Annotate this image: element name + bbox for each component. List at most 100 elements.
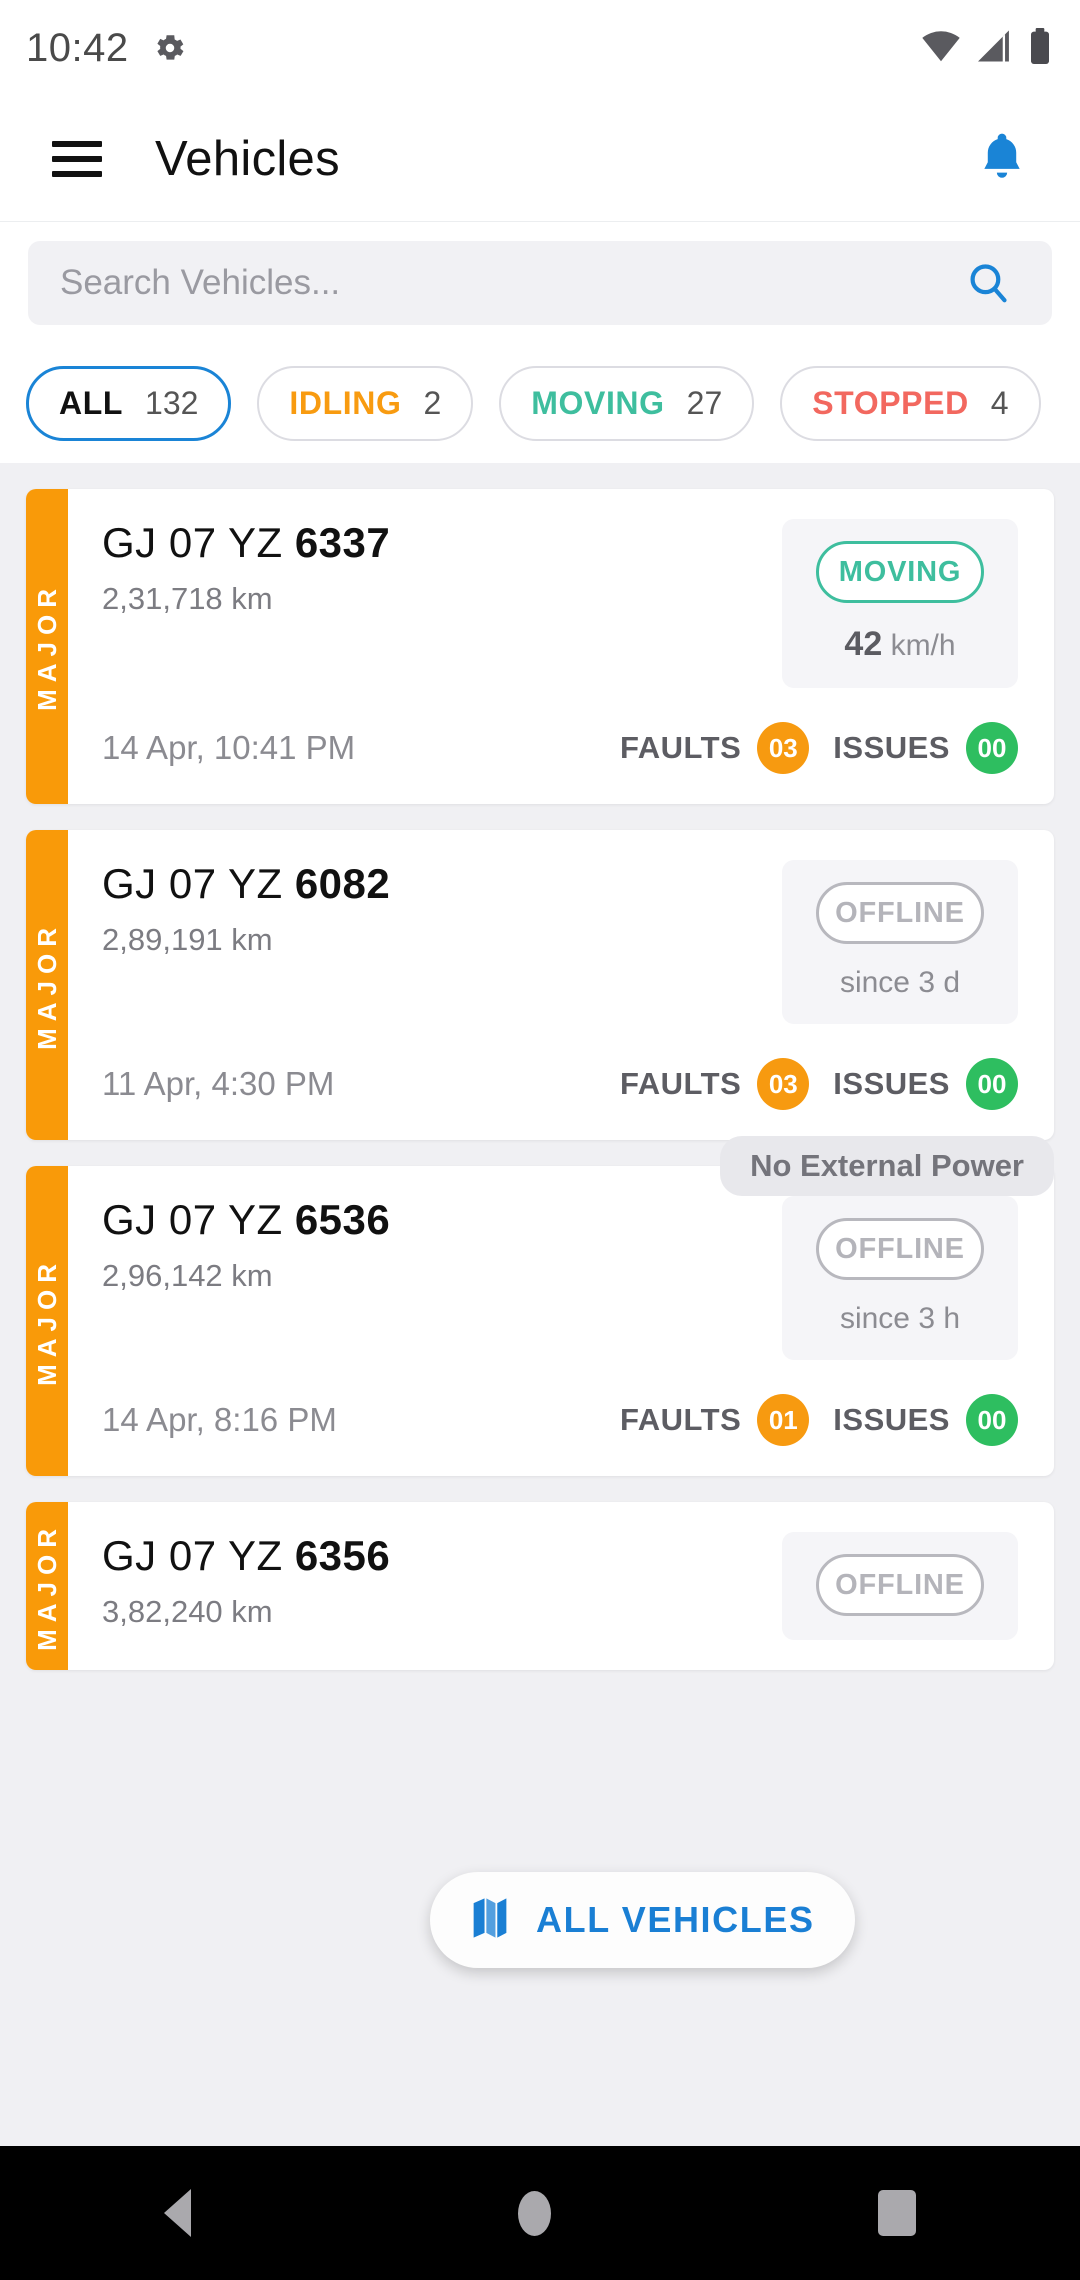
severity-label: MAJOR bbox=[31, 920, 62, 1050]
vehicle-speed: 42 km/h bbox=[844, 625, 955, 664]
filter-chip-all[interactable]: ALL 132 bbox=[26, 365, 232, 441]
faults-count-badge: 03 bbox=[757, 1058, 810, 1110]
filter-chip-stopped-label: STOPPED bbox=[812, 384, 969, 421]
vehicle-plate-prefix: GJ 07 YZ bbox=[102, 1196, 295, 1243]
filter-chip-moving[interactable]: MOVING 27 bbox=[499, 365, 755, 441]
filter-chip-idling-label: IDLING bbox=[289, 384, 402, 421]
vehicle-plate-number: 6337 bbox=[294, 519, 391, 566]
map-icon bbox=[470, 1896, 510, 1945]
vehicle-counters: FAULTS 01 ISSUES 00 bbox=[620, 1394, 1018, 1446]
vehicle-plate: GJ 07 YZ 6536 bbox=[102, 1196, 782, 1244]
vehicle-plate-number: 6082 bbox=[294, 860, 391, 907]
severity-band: MAJOR bbox=[26, 489, 68, 804]
vehicle-timestamp: 14 Apr, 10:41 PM bbox=[102, 729, 356, 766]
filter-chip-idling-count: 2 bbox=[423, 384, 442, 421]
vehicle-status-panel: OFFLINE since 3 d bbox=[782, 860, 1018, 1024]
vehicle-plate-number: 6536 bbox=[294, 1196, 391, 1243]
vehicle-plate-number: 6356 bbox=[294, 1532, 391, 1579]
vehicle-offline-since: since 3 h bbox=[839, 1302, 961, 1335]
search-icon[interactable] bbox=[966, 261, 1010, 305]
vehicle-card[interactable]: MAJOR GJ 07 YZ 6082 2,89,191 km OFFLINE … bbox=[26, 830, 1054, 1140]
vehicle-speed-unit: km/h bbox=[882, 629, 956, 662]
severity-label: MAJOR bbox=[31, 1256, 62, 1386]
issues-label: ISSUES bbox=[833, 1066, 950, 1101]
vehicle-card-body: GJ 07 YZ 6356 3,82,240 km OFFLINE bbox=[68, 1502, 1054, 1670]
vehicle-timestamp: 11 Apr, 4:30 PM bbox=[102, 1065, 335, 1102]
faults-label: FAULTS bbox=[620, 1402, 742, 1437]
home-circle-icon[interactable] bbox=[517, 2190, 551, 2236]
recents-square-icon[interactable] bbox=[878, 2190, 917, 2236]
vehicle-card[interactable]: MAJOR GJ 07 YZ 6356 3,82,240 km OFFLINE bbox=[26, 1502, 1054, 1670]
vehicle-odometer: 2,31,718 km bbox=[102, 581, 273, 616]
issues-count-badge: 00 bbox=[966, 1058, 1018, 1110]
issues-label: ISSUES bbox=[833, 730, 950, 765]
bell-icon[interactable] bbox=[976, 131, 1028, 187]
vehicle-counters: FAULTS 03 ISSUES 00 bbox=[620, 722, 1018, 774]
vehicle-plate-prefix: GJ 07 YZ bbox=[102, 860, 295, 907]
vehicle-plate: GJ 07 YZ 6082 bbox=[102, 860, 782, 908]
phone-screen: 10:42 Vehicles Search Vehicles... ALL 13… bbox=[0, 0, 1080, 2280]
vehicle-status-panel: OFFLINE bbox=[782, 1532, 1018, 1640]
android-nav-bar[interactable] bbox=[0, 2146, 1080, 2280]
vehicle-plate: GJ 07 YZ 6337 bbox=[102, 519, 782, 567]
severity-label: MAJOR bbox=[31, 582, 62, 711]
all-vehicles-fab-label: ALL VEHICLES bbox=[536, 1899, 815, 1940]
filter-chip-row[interactable]: ALL 132 IDLING 2 MOVING 27 STOPPED 4 bbox=[0, 343, 1080, 463]
hamburger-menu-icon[interactable] bbox=[52, 140, 102, 177]
gear-icon bbox=[153, 31, 187, 65]
severity-band: MAJOR bbox=[26, 1502, 68, 1670]
vehicle-card[interactable]: No External Power MAJOR GJ 07 YZ 6536 2,… bbox=[26, 1136, 1054, 1476]
vehicle-plate-prefix: GJ 07 YZ bbox=[102, 519, 295, 566]
vehicle-offline-since: since 3 d bbox=[839, 966, 961, 999]
issues-label: ISSUES bbox=[833, 1402, 950, 1437]
vehicle-status-panel: MOVING 42 km/h bbox=[782, 519, 1018, 688]
vehicle-status-panel: OFFLINE since 3 h bbox=[782, 1196, 1018, 1360]
severity-band: MAJOR bbox=[26, 830, 68, 1140]
status-bar-indicators bbox=[920, 27, 1052, 69]
status-bar: 10:42 bbox=[0, 0, 1080, 96]
app-bar: Vehicles bbox=[0, 96, 1080, 222]
faults-count-badge: 03 bbox=[757, 722, 810, 774]
status-badge: OFFLINE bbox=[816, 1218, 984, 1280]
filter-chip-moving-count: 27 bbox=[686, 384, 723, 421]
vehicle-card-body: GJ 07 YZ 6337 2,31,718 km MOVING 42 km/h… bbox=[68, 489, 1054, 804]
faults-count-badge: 01 bbox=[757, 1394, 810, 1446]
vehicle-timestamp: 14 Apr, 8:16 PM bbox=[102, 1401, 337, 1438]
faults-label: FAULTS bbox=[620, 1066, 742, 1101]
status-bar-clock: 10:42 bbox=[26, 25, 129, 70]
vehicle-counters: FAULTS 03 ISSUES 00 bbox=[620, 1058, 1018, 1110]
vehicle-card-body: GJ 07 YZ 6082 2,89,191 km OFFLINE since … bbox=[68, 830, 1054, 1140]
vehicle-plate: GJ 07 YZ 6356 bbox=[102, 1532, 782, 1580]
status-badge: OFFLINE bbox=[816, 882, 984, 944]
filter-chip-idling[interactable]: IDLING 2 bbox=[257, 365, 474, 441]
back-triangle-icon[interactable] bbox=[163, 2189, 191, 2237]
faults-label: FAULTS bbox=[620, 730, 742, 765]
severity-band: MAJOR bbox=[26, 1166, 68, 1476]
filter-chip-all-label: ALL bbox=[59, 384, 124, 421]
vehicle-card[interactable]: MAJOR GJ 07 YZ 6337 2,31,718 km MOVING 4… bbox=[26, 489, 1054, 804]
vehicle-odometer: 2,89,191 km bbox=[102, 922, 273, 957]
search-input[interactable] bbox=[60, 263, 966, 303]
vehicle-plate-prefix: GJ 07 YZ bbox=[102, 1532, 295, 1579]
vehicle-card-body: GJ 07 YZ 6536 2,96,142 km OFFLINE since … bbox=[68, 1166, 1054, 1476]
status-badge: MOVING bbox=[816, 541, 984, 603]
no-external-power-tag: No External Power bbox=[720, 1136, 1054, 1196]
all-vehicles-fab[interactable]: ALL VEHICLES bbox=[430, 1872, 855, 1968]
filter-chip-moving-label: MOVING bbox=[531, 384, 665, 421]
status-badge: OFFLINE bbox=[816, 1554, 984, 1616]
vehicle-odometer: 2,96,142 km bbox=[102, 1258, 273, 1293]
filter-chip-all-count: 132 bbox=[145, 384, 199, 421]
wifi-icon bbox=[920, 29, 962, 68]
page-title: Vehicles bbox=[155, 131, 340, 186]
cellular-signal-icon bbox=[976, 29, 1014, 68]
vehicle-speed-value: 42 bbox=[844, 625, 883, 663]
issues-count-badge: 00 bbox=[966, 1394, 1018, 1446]
vehicle-odometer: 3,82,240 km bbox=[102, 1594, 273, 1629]
battery-icon bbox=[1028, 27, 1052, 69]
filter-chip-stopped[interactable]: STOPPED 4 bbox=[780, 365, 1041, 441]
issues-count-badge: 00 bbox=[966, 722, 1018, 774]
search-bar[interactable] bbox=[28, 241, 1052, 325]
filter-chip-stopped-count: 4 bbox=[990, 384, 1009, 421]
search-section bbox=[0, 223, 1080, 343]
severity-label: MAJOR bbox=[31, 1521, 62, 1651]
